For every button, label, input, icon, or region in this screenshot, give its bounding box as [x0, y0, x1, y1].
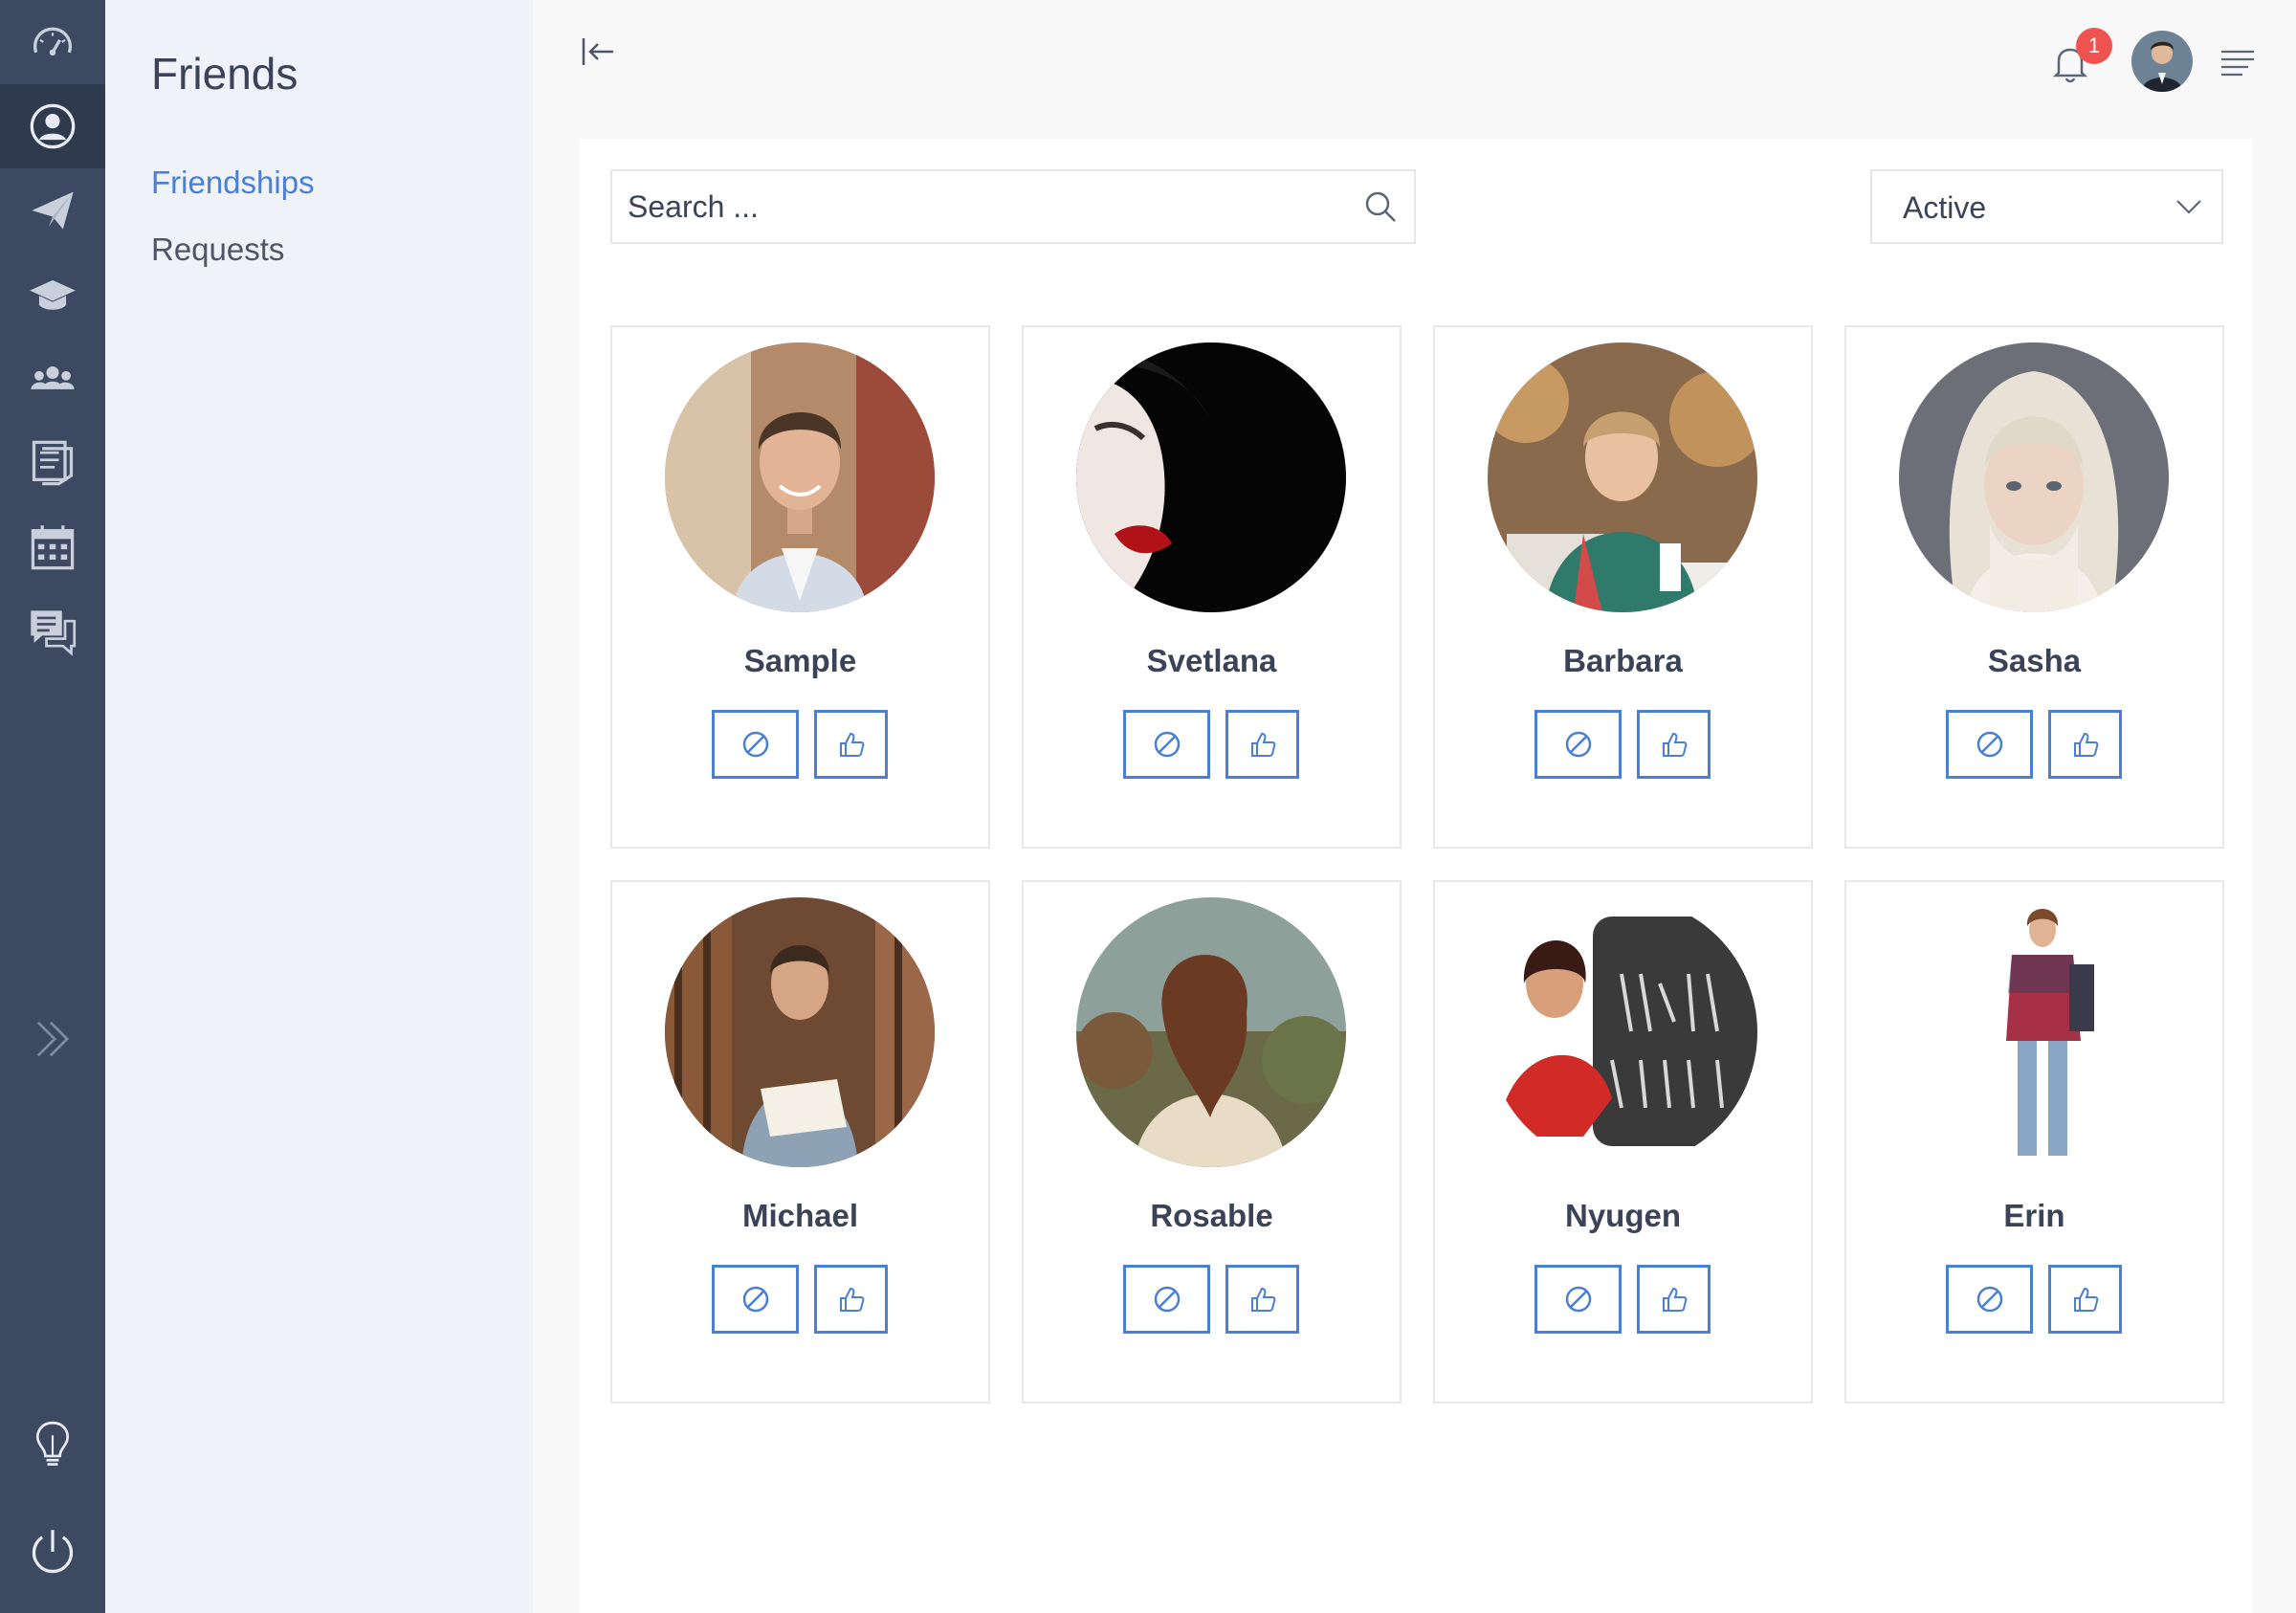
rail-expand-button[interactable] — [0, 997, 105, 1081]
friend-photo[interactable] — [1076, 897, 1346, 1167]
rail-item-calendar[interactable] — [0, 505, 105, 589]
chat-icon — [31, 610, 77, 656]
block-icon — [1154, 1286, 1180, 1313]
thumbs-up-icon — [1662, 732, 1687, 757]
like-friend-button[interactable] — [1637, 1265, 1711, 1334]
friend-card: Erin — [1844, 880, 2224, 1403]
rail-item-logout[interactable] — [0, 1510, 105, 1594]
friend-photo[interactable] — [665, 342, 935, 612]
like-friend-button[interactable] — [2048, 1265, 2122, 1334]
block-friend-button[interactable] — [1946, 1265, 2033, 1334]
block-icon — [1565, 1286, 1591, 1313]
avatar-photo — [2131, 31, 2193, 92]
sidebar-item-friendships[interactable]: Friendships — [151, 165, 315, 201]
friend-photo[interactable] — [665, 897, 935, 1167]
friend-photo[interactable] — [1076, 342, 1346, 612]
friend-card: Michael — [610, 880, 990, 1403]
status-filter-value: Active — [1903, 190, 1987, 225]
collapse-sidebar-button[interactable] — [579, 33, 617, 71]
friend-photo[interactable] — [1899, 342, 2169, 612]
notes-icon — [32, 440, 74, 486]
like-friend-button[interactable] — [814, 1265, 888, 1334]
like-friend-button[interactable] — [814, 710, 888, 779]
thumbs-up-icon — [1662, 1287, 1687, 1312]
block-friend-button[interactable] — [712, 710, 799, 779]
friend-card: Svetlana — [1022, 325, 1402, 849]
friend-card: Barbara — [1433, 325, 1813, 849]
friend-name: Sasha — [1987, 643, 2082, 678]
friend-card: Rosable — [1022, 880, 1402, 1403]
rail-item-profile[interactable] — [0, 84, 105, 168]
friend-card: Sample — [610, 325, 990, 849]
friend-photo[interactable] — [1488, 897, 1757, 1167]
thumbs-up-icon — [1250, 1287, 1275, 1312]
block-icon — [1565, 731, 1591, 758]
rail-item-messages[interactable] — [0, 168, 105, 253]
friend-photo[interactable] — [1899, 897, 2169, 1167]
friend-photo[interactable] — [1488, 342, 1757, 612]
friend-name: Michael — [741, 1198, 859, 1233]
like-friend-button[interactable] — [1637, 710, 1711, 779]
friends-panel: Active Sample Svetlana Barbara Sasha — [580, 139, 2252, 1613]
block-friend-button[interactable] — [1534, 1265, 1622, 1334]
block-icon — [1154, 731, 1180, 758]
calendar-icon — [31, 525, 75, 570]
block-friend-button[interactable] — [1123, 710, 1210, 779]
thumbs-up-icon — [1250, 732, 1275, 757]
icon-rail — [0, 0, 105, 1613]
friend-name: Rosable — [1150, 1198, 1273, 1233]
rail-item-notes[interactable] — [0, 421, 105, 505]
friend-name: Erin — [2003, 1198, 2065, 1233]
friend-name: Barbara — [1563, 643, 1683, 678]
notification-badge: 1 — [2076, 28, 2112, 64]
like-friend-button[interactable] — [1225, 710, 1299, 779]
rail-item-courses[interactable] — [0, 253, 105, 337]
sidebar-item-requests[interactable]: Requests — [151, 232, 284, 268]
friend-name: Sample — [743, 643, 857, 678]
graduation-cap-icon — [30, 279, 76, 310]
block-icon — [742, 1286, 768, 1313]
friend-card: Nyugen — [1433, 880, 1813, 1403]
block-friend-button[interactable] — [1123, 1265, 1210, 1334]
user-avatar[interactable] — [2131, 31, 2193, 92]
rail-item-tips[interactable] — [0, 1403, 105, 1487]
block-friend-button[interactable] — [712, 1265, 799, 1334]
thumbs-up-icon — [2073, 732, 2098, 757]
block-friend-button[interactable] — [1534, 710, 1622, 779]
status-filter-select[interactable]: Active — [1870, 169, 2223, 244]
rail-item-groups[interactable] — [0, 337, 105, 421]
block-icon — [742, 731, 768, 758]
double-chevron-right-icon — [36, 1021, 70, 1057]
user-circle-icon — [30, 103, 76, 149]
search-input[interactable] — [612, 171, 1355, 242]
power-icon — [32, 1530, 74, 1574]
hamburger-menu-icon — [2221, 50, 2254, 77]
thumbs-up-icon — [839, 732, 864, 757]
page-title: Friends — [151, 49, 298, 99]
block-icon — [1976, 1286, 2002, 1313]
block-friend-button[interactable] — [1946, 710, 2033, 779]
thumbs-up-icon — [2073, 1287, 2098, 1312]
like-friend-button[interactable] — [2048, 710, 2122, 779]
group-icon — [31, 366, 75, 389]
menu-button[interactable] — [2219, 46, 2256, 78]
search-box — [610, 169, 1416, 244]
lightbulb-icon — [36, 1421, 69, 1466]
like-friend-button[interactable] — [1225, 1265, 1299, 1334]
chevron-down-icon — [2176, 200, 2201, 214]
friend-name: Nyugen — [1564, 1198, 1681, 1233]
friend-card: Sasha — [1844, 325, 2224, 849]
thumbs-up-icon — [839, 1287, 864, 1312]
block-icon — [1976, 731, 2002, 758]
paper-plane-icon — [32, 191, 74, 230]
friends-sidebar: Friends Friendships Requests — [105, 0, 533, 1613]
rail-item-dashboard[interactable] — [0, 0, 105, 84]
friend-name: Svetlana — [1146, 643, 1277, 678]
dashboard-icon — [33, 27, 73, 56]
collapse-left-icon — [582, 38, 613, 65]
rail-item-chat[interactable] — [0, 589, 105, 674]
search-icon[interactable] — [1362, 188, 1399, 225]
